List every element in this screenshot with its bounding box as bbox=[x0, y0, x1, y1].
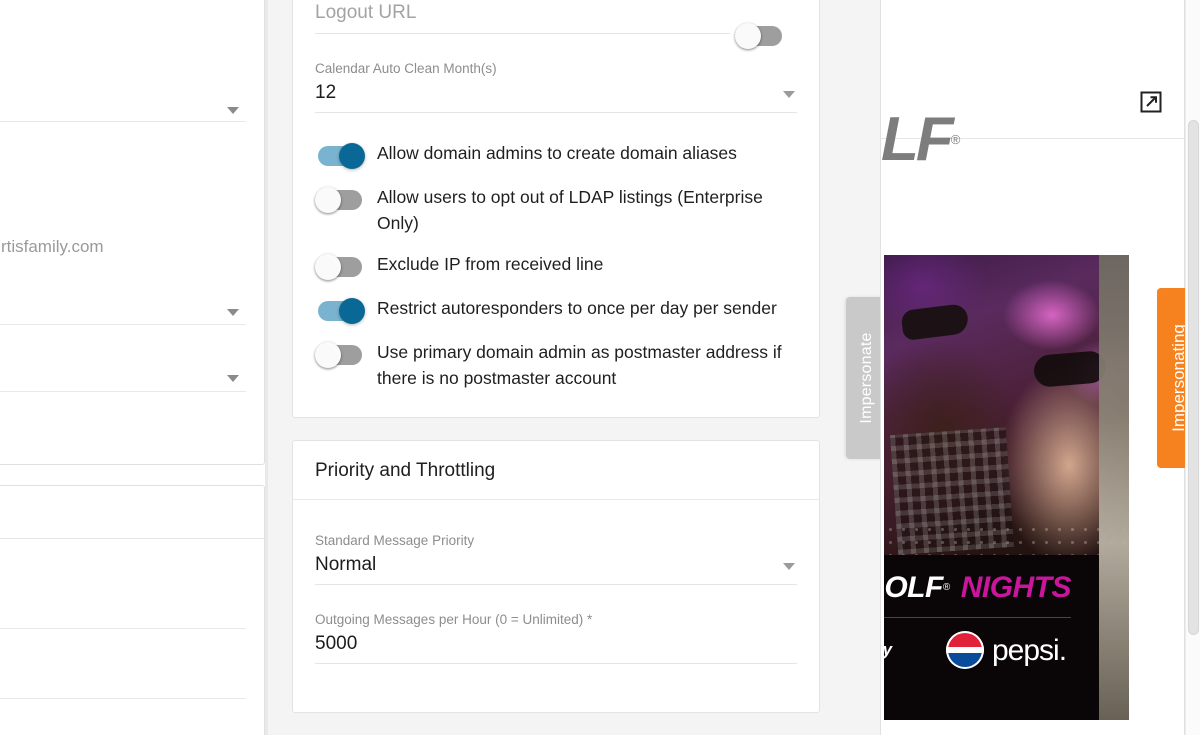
ad-headline-word1: PGOLF bbox=[884, 571, 943, 604]
calendar-auto-clean-field[interactable]: Calendar Auto Clean Month(s) 12 bbox=[315, 60, 797, 113]
outgoing-messages-value: 5000 bbox=[315, 633, 358, 654]
toggle-switch[interactable] bbox=[315, 187, 365, 213]
toggle-switch[interactable] bbox=[315, 342, 365, 368]
left-field-divider bbox=[0, 323, 246, 325]
brand-logo: LF® bbox=[881, 109, 960, 171]
toggle-switch[interactable] bbox=[315, 143, 365, 169]
toggle-label: Allow users to opt out of LDAP listings … bbox=[377, 187, 763, 233]
left-field-divider bbox=[0, 390, 246, 392]
left-card-bottom-header bbox=[0, 486, 264, 539]
logout-url-toggle[interactable] bbox=[735, 21, 797, 49]
toggle-switch[interactable] bbox=[735, 23, 785, 49]
toggle-knob bbox=[735, 23, 761, 49]
ad-sponsor-name: pepsi. bbox=[992, 634, 1067, 667]
outgoing-messages-field[interactable]: Outgoing Messages per Hour (0 = Unlimite… bbox=[315, 611, 797, 664]
toggle-knob bbox=[315, 342, 341, 368]
toggle-ldap-opt-out[interactable]: Allow users to opt out of LDAP listings … bbox=[315, 185, 797, 236]
external-link-icon[interactable] bbox=[1140, 91, 1162, 113]
outgoing-messages-label: Outgoing Messages per Hour (0 = Unlimite… bbox=[315, 612, 593, 627]
standard-message-priority-label: Standard Message Priority bbox=[315, 533, 475, 548]
toggle-knob bbox=[315, 187, 341, 213]
vertical-scrollbar[interactable] bbox=[1185, 0, 1200, 735]
chevron-down-icon[interactable] bbox=[227, 309, 239, 316]
toggle-knob bbox=[339, 298, 365, 324]
ad-headline: PGOLF® NIGHTS bbox=[884, 571, 1072, 605]
chevron-down-icon[interactable] bbox=[783, 91, 795, 98]
main-settings-column: Logout URL Calendar Auto Clean Month(s) … bbox=[292, 0, 820, 735]
left-email-hint: curtisfamily.com bbox=[0, 237, 104, 256]
ad-headline-word2: NIGHTS bbox=[960, 571, 1072, 604]
ad-presented-by: ted by bbox=[884, 633, 892, 667]
toggle-knob bbox=[315, 254, 341, 280]
standard-message-priority-field[interactable]: Standard Message Priority Normal bbox=[315, 532, 797, 585]
toggle-exclude-ip[interactable]: Exclude IP from received line bbox=[315, 252, 797, 280]
ad-text-band: PGOLF® NIGHTS ted by pepsi. bbox=[884, 555, 1129, 720]
priority-throttling-title: Priority and Throttling bbox=[293, 441, 819, 500]
left-card-top: curtisfamily.com bbox=[0, 0, 265, 465]
left-card-bottom bbox=[0, 485, 265, 735]
pepsi-logo-icon bbox=[946, 631, 984, 669]
ad-photo-detail bbox=[1032, 349, 1108, 389]
ad-headline-mark: ® bbox=[942, 582, 950, 593]
toggle-label: Use primary domain admin as postmaster a… bbox=[377, 342, 782, 388]
logout-url-field[interactable]: Logout URL bbox=[315, 0, 730, 34]
chevron-down-icon[interactable] bbox=[783, 563, 795, 570]
toggle-knob bbox=[339, 143, 365, 169]
chevron-down-icon[interactable] bbox=[227, 375, 239, 382]
priority-throttling-card: Priority and Throttling Standard Message… bbox=[292, 440, 820, 713]
ad-divider bbox=[884, 617, 1071, 618]
toggle-switch[interactable] bbox=[315, 254, 365, 280]
toggle-switch[interactable] bbox=[315, 298, 365, 324]
ad-photo-detail bbox=[900, 303, 970, 341]
left-field-divider bbox=[0, 120, 246, 122]
toggle-label: Exclude IP from received line bbox=[377, 254, 604, 274]
chevron-down-icon[interactable] bbox=[227, 107, 239, 114]
toggle-label: Allow domain admins to create domain ali… bbox=[377, 143, 737, 163]
brand-logo-mark: ® bbox=[950, 132, 961, 147]
calendar-auto-clean-label: Calendar Auto Clean Month(s) bbox=[315, 61, 497, 76]
left-settings-column: curtisfamily.com bbox=[0, 0, 265, 735]
logout-url-placeholder: Logout URL bbox=[315, 2, 417, 23]
advertisement[interactable]: PGOLF® NIGHTS ted by pepsi. bbox=[884, 255, 1129, 720]
toggle-allow-domain-aliases[interactable]: Allow domain admins to create domain ali… bbox=[315, 141, 797, 169]
ad-photo-edge bbox=[1099, 255, 1129, 720]
toggle-restrict-autoresponders[interactable]: Restrict autoresponders to once per day … bbox=[315, 296, 797, 324]
left-field-divider bbox=[0, 627, 246, 629]
scrollbar-thumb[interactable] bbox=[1188, 120, 1199, 635]
impersonate-tab-label: Impersonate bbox=[858, 332, 875, 424]
standard-message-priority-value: Normal bbox=[315, 554, 377, 575]
page-gutter-edge bbox=[265, 0, 268, 735]
toggle-primary-admin-postmaster[interactable]: Use primary domain admin as postmaster a… bbox=[315, 340, 797, 391]
calendar-auto-clean-value: 12 bbox=[315, 82, 337, 103]
brand-logo-text: LF bbox=[881, 105, 954, 174]
toggle-label: Restrict autoresponders to once per day … bbox=[377, 298, 777, 318]
domain-settings-card: Logout URL Calendar Auto Clean Month(s) … bbox=[292, 0, 820, 418]
right-panel: LF® PGOLF®NIGHTS ted by pepsi. bbox=[880, 0, 1185, 735]
app-screen: curtisfamily.com Logout URL bbox=[0, 0, 1200, 735]
left-field-divider bbox=[0, 697, 246, 699]
